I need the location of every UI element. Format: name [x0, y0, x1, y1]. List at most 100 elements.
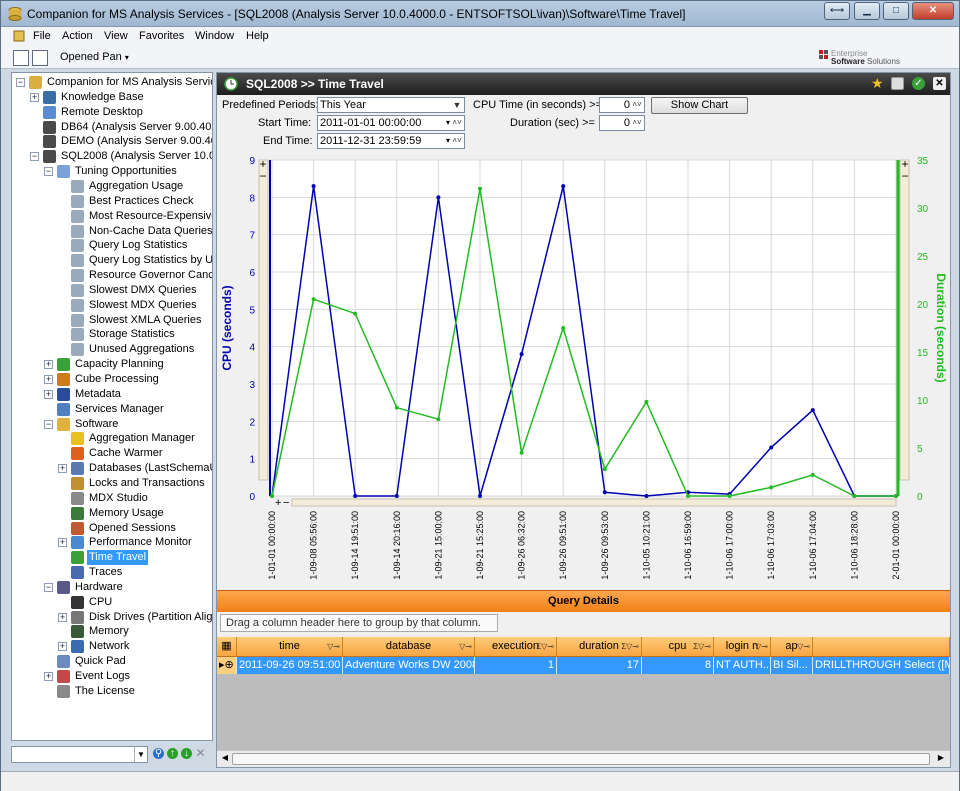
- search-icon[interactable]: ⚲: [153, 748, 164, 759]
- brand-line2: Software Solutions: [831, 57, 900, 66]
- table-cell[interactable]: 2011-09-26 09:51:00: [237, 657, 343, 674]
- opened-pan-dropdown[interactable]: Opened Pan ▾: [60, 51, 129, 63]
- column-header[interactable]: ap ▽⊸: [771, 637, 813, 657]
- data-point: [270, 494, 274, 498]
- expand-icon[interactable]: +: [44, 360, 53, 370]
- app-menu-icon[interactable]: [13, 30, 25, 42]
- menu-view[interactable]: View: [104, 30, 128, 42]
- expand-icon[interactable]: +: [58, 612, 67, 622]
- filter-icon[interactable]: ▽⊸: [459, 637, 472, 656]
- data-point: [478, 186, 482, 191]
- expand-icon[interactable]: +: [58, 642, 67, 652]
- server-icon: [43, 135, 56, 149]
- menu-window[interactable]: Window: [195, 30, 234, 42]
- filter-icon[interactable]: ▽⊸: [797, 637, 810, 656]
- collapse-icon[interactable]: −: [30, 152, 39, 162]
- report-icon: [71, 269, 84, 283]
- close-button[interactable]: ✕: [912, 2, 954, 20]
- y2-tick-label: 5: [917, 444, 923, 455]
- collapse-icon[interactable]: −: [44, 167, 53, 177]
- datetime-spinner-icon[interactable]: ˄˅: [451, 134, 463, 148]
- menu-file[interactable]: File: [33, 30, 51, 42]
- table-cell[interactable]: DRILLTHROUGH Select ([M: [813, 657, 950, 674]
- arrow-up-icon[interactable]: ↑: [167, 748, 178, 759]
- column-header-label: time: [279, 640, 300, 652]
- expand-icon[interactable]: +: [44, 389, 53, 399]
- chevron-down-icon[interactable]: ▼: [134, 747, 147, 762]
- column-header[interactable]: execution Σ▽⊸: [475, 637, 557, 657]
- scroll-right-icon[interactable]: ▶: [935, 753, 947, 762]
- filter-icon[interactable]: ▽⊸: [327, 637, 340, 656]
- duration-label: Duration (sec) >=: [510, 117, 595, 129]
- report-icon: [71, 313, 84, 327]
- table-cell[interactable]: 8: [642, 657, 714, 674]
- chevron-down-icon[interactable]: ▾: [446, 134, 450, 148]
- console-tree-icon[interactable]: [13, 50, 29, 66]
- data-point: [810, 408, 815, 413]
- table-cell[interactable]: 17: [557, 657, 642, 674]
- datetime-spinner-icon[interactable]: ˄˅: [451, 116, 463, 130]
- spinner-icon[interactable]: ˄˅: [631, 116, 643, 130]
- chevron-down-icon[interactable]: ▼: [451, 98, 463, 112]
- close-panel-icon[interactable]: ✕: [933, 77, 946, 90]
- table-cell[interactable]: NT AUTH...: [714, 657, 771, 674]
- arrow-down-icon[interactable]: ↓: [181, 748, 192, 759]
- table-row[interactable]: ▸⊕ 2011-09-26 09:51:00 Adventure Works DW …: [217, 657, 950, 674]
- predefined-periods-select[interactable]: This Year ▼: [317, 97, 465, 113]
- expand-icon[interactable]: +: [44, 375, 53, 384]
- maximize-button[interactable]: □: [883, 2, 909, 20]
- data-point: [727, 494, 732, 498]
- column-header[interactable]: login n ▽⊸: [714, 637, 771, 657]
- favorite-star-icon[interactable]: ★: [871, 75, 884, 91]
- grid-column-chooser-icon[interactable]: ▦: [217, 637, 237, 657]
- y2-tick-label: 10: [917, 396, 929, 407]
- column-header[interactable]: [813, 637, 950, 657]
- restore-aux-button[interactable]: ⟷: [824, 2, 850, 20]
- collapse-icon[interactable]: −: [44, 582, 53, 592]
- column-header[interactable]: database ▽⊸: [343, 637, 475, 657]
- windows-list-icon[interactable]: [32, 50, 48, 66]
- group-by-hint[interactable]: Drag a column header here to group by th…: [220, 614, 498, 632]
- scrollbar-thumb[interactable]: [232, 753, 930, 765]
- start-time-input[interactable]: 2011-01-01 00:00:00 ˄˅ ▾: [317, 115, 465, 131]
- close-icon[interactable]: ✕: [195, 747, 206, 759]
- chevron-down-icon[interactable]: ▾: [446, 116, 450, 130]
- db-icon: [29, 76, 42, 89]
- menu-action[interactable]: Action: [62, 30, 93, 42]
- end-time-input[interactable]: 2011-12-31 23:59:59 ˄˅ ▾: [317, 133, 465, 149]
- filter-icon[interactable]: Σ▽⊸: [536, 637, 554, 656]
- duration-input[interactable]: 0 ˄˅: [599, 115, 645, 131]
- grid-horizontal-scrollbar[interactable]: ◀ ▶: [217, 750, 950, 767]
- column-header[interactable]: cpu Σ▽⊸: [642, 637, 714, 657]
- table-cell[interactable]: 1: [475, 657, 557, 674]
- column-header[interactable]: time ▽⊸: [237, 637, 343, 657]
- menu-help[interactable]: Help: [246, 30, 269, 42]
- tree-item-label: Capacity Planning: [75, 358, 164, 371]
- filter-icon[interactable]: ▽⊸: [755, 637, 768, 656]
- tree-search-combo[interactable]: ▼: [11, 746, 148, 763]
- scroll-left-icon[interactable]: ◀: [219, 753, 231, 762]
- expand-icon[interactable]: +: [58, 464, 67, 474]
- check-icon[interactable]: ✓: [912, 77, 925, 90]
- x-tick-label: 2-01-01 00:00:00: [891, 511, 901, 580]
- row-selector-icon[interactable]: ▸⊕: [217, 657, 237, 674]
- expand-icon[interactable]: +: [30, 92, 39, 102]
- table-cell[interactable]: Adventure Works DW 2008: [343, 657, 475, 674]
- spinner-icon[interactable]: ˄˅: [631, 98, 643, 112]
- column-header[interactable]: duration Σ▽⊸: [557, 637, 642, 657]
- minimize-button[interactable]: ▁: [854, 2, 880, 20]
- report-icon: [71, 254, 84, 268]
- tree-item-label: Aggregation Manager: [89, 432, 195, 445]
- collapse-icon[interactable]: −: [44, 419, 53, 429]
- x-tick-label: 1-09-26 09:53:00: [600, 511, 610, 580]
- expand-icon[interactable]: +: [44, 672, 53, 681]
- collapse-icon[interactable]: −: [16, 78, 25, 87]
- show-chart-button[interactable]: Show Chart: [651, 97, 748, 114]
- filter-icon[interactable]: Σ▽⊸: [693, 637, 711, 656]
- cpu-time-input[interactable]: 0 ˄˅: [599, 97, 645, 113]
- table-cell[interactable]: BI Sil...: [771, 657, 813, 674]
- filter-icon[interactable]: Σ▽⊸: [621, 637, 639, 656]
- copy-icon[interactable]: [891, 77, 904, 90]
- expand-icon[interactable]: +: [58, 538, 67, 548]
- menu-favorites[interactable]: Favorites: [139, 30, 184, 42]
